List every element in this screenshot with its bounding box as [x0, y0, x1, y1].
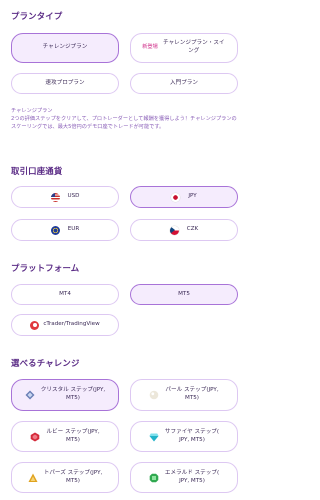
- challenge-sapphire-label: サファイヤ ステップ(JPY, MT5): [164, 428, 220, 443]
- platform-mt4-button[interactable]: MT4: [11, 284, 119, 305]
- plan-description: チャレンジプラン 2つの評価ステップをクリアして、プロトレーダーとして報酬を獲得…: [11, 107, 241, 131]
- platform-ctrader-button[interactable]: cTrader/TradingView: [11, 314, 119, 336]
- crystal-gem-icon: [25, 390, 35, 400]
- pearl-gem-icon: [150, 390, 159, 400]
- currency-title: 取引口座通貨: [11, 166, 63, 176]
- plan-description-text: 2つの評価ステップをクリアして、プロトレーダーとして報酬を獲得しよう！チャレンジ…: [11, 116, 237, 131]
- plan-challenge-swing-label: チャレンジプラン・スイング: [163, 40, 225, 54]
- platform-ctrader-label: cTrader/TradingView: [43, 321, 100, 328]
- emerald-gem-icon: [149, 473, 159, 482]
- platform-mt5-label: MT5: [178, 290, 190, 297]
- topaz-gem-icon: [28, 473, 38, 482]
- plan-description-title: チャレンジプラン: [11, 108, 53, 114]
- challenge-crystal-button[interactable]: クリスタル ステップ(JPY, MT5): [11, 379, 119, 411]
- eu-flag-icon: [50, 225, 60, 235]
- currency-czk-label: CZK: [186, 226, 199, 233]
- cz-flag-icon: [169, 225, 179, 235]
- plan-rapid-pro-button[interactable]: 速攻プロプラン: [11, 73, 119, 94]
- plan-challenge-button[interactable]: チャレンジプラン: [11, 33, 119, 63]
- new-badge: 新登場: [142, 44, 158, 51]
- plan-challenge-label: チャレンジプラン: [42, 44, 88, 51]
- challenge-pearl-label: パール ステップ(JPY, MT5): [165, 387, 219, 401]
- challenge-ruby-button[interactable]: ルビー ステップ(JPY, MT5): [11, 421, 119, 452]
- currency-eur-label: EUR: [67, 226, 80, 233]
- plan-type-title: プランタイプ: [11, 11, 63, 21]
- ruby-gem-icon: [31, 432, 40, 441]
- challenge-pearl-button[interactable]: パール ステップ(JPY, MT5): [130, 379, 238, 411]
- challenge-crystal-label: クリスタル ステップ(JPY, MT5): [40, 387, 106, 401]
- platform-mt5-button[interactable]: MT5: [130, 284, 238, 305]
- jp-flag-icon: [171, 192, 181, 202]
- sapphire-gem-icon: [149, 433, 159, 441]
- currency-jpy-button[interactable]: JPY: [130, 186, 238, 208]
- challenge-title: 選べるチャレンジ: [11, 358, 80, 368]
- us-flag-icon: [50, 192, 60, 202]
- currency-eur-button[interactable]: EUR: [11, 219, 119, 241]
- plan-challenge-swing-button[interactable]: 新登場 チャレンジプラン・スイング: [130, 33, 238, 63]
- plan-intro-label: 入門プラン: [170, 79, 198, 86]
- challenge-emerald-button[interactable]: エメラルド ステップ(JPY, MT5): [130, 462, 238, 493]
- platform-title: プラットフォーム: [11, 263, 80, 273]
- challenge-emerald-label: エメラルド ステップ(JPY, MT5): [164, 469, 220, 484]
- challenge-ruby-label: ルビー ステップ(JPY, MT5): [46, 428, 100, 443]
- platform-mt4-label: MT4: [59, 290, 71, 297]
- challenge-topaz-label: トパーズ ステップ(JPY, MT5): [43, 469, 103, 484]
- currency-czk-button[interactable]: CZK: [130, 219, 238, 241]
- account-config-panel: プランタイプ チャレンジプラン 新登場 チャレンジプラン・スイング 速攻プロプラ…: [0, 0, 250, 500]
- plan-intro-button[interactable]: 入門プラン: [130, 73, 238, 94]
- plan-rapid-pro-label: 速攻プロプラン: [45, 79, 85, 86]
- ctrader-icon: [30, 320, 40, 330]
- challenge-topaz-button[interactable]: トパーズ ステップ(JPY, MT5): [11, 462, 119, 493]
- currency-usd-button[interactable]: USD: [11, 186, 119, 208]
- currency-usd-label: USD: [67, 193, 80, 200]
- currency-jpy-label: JPY: [188, 193, 197, 200]
- challenge-sapphire-button[interactable]: サファイヤ ステップ(JPY, MT5): [130, 421, 238, 452]
